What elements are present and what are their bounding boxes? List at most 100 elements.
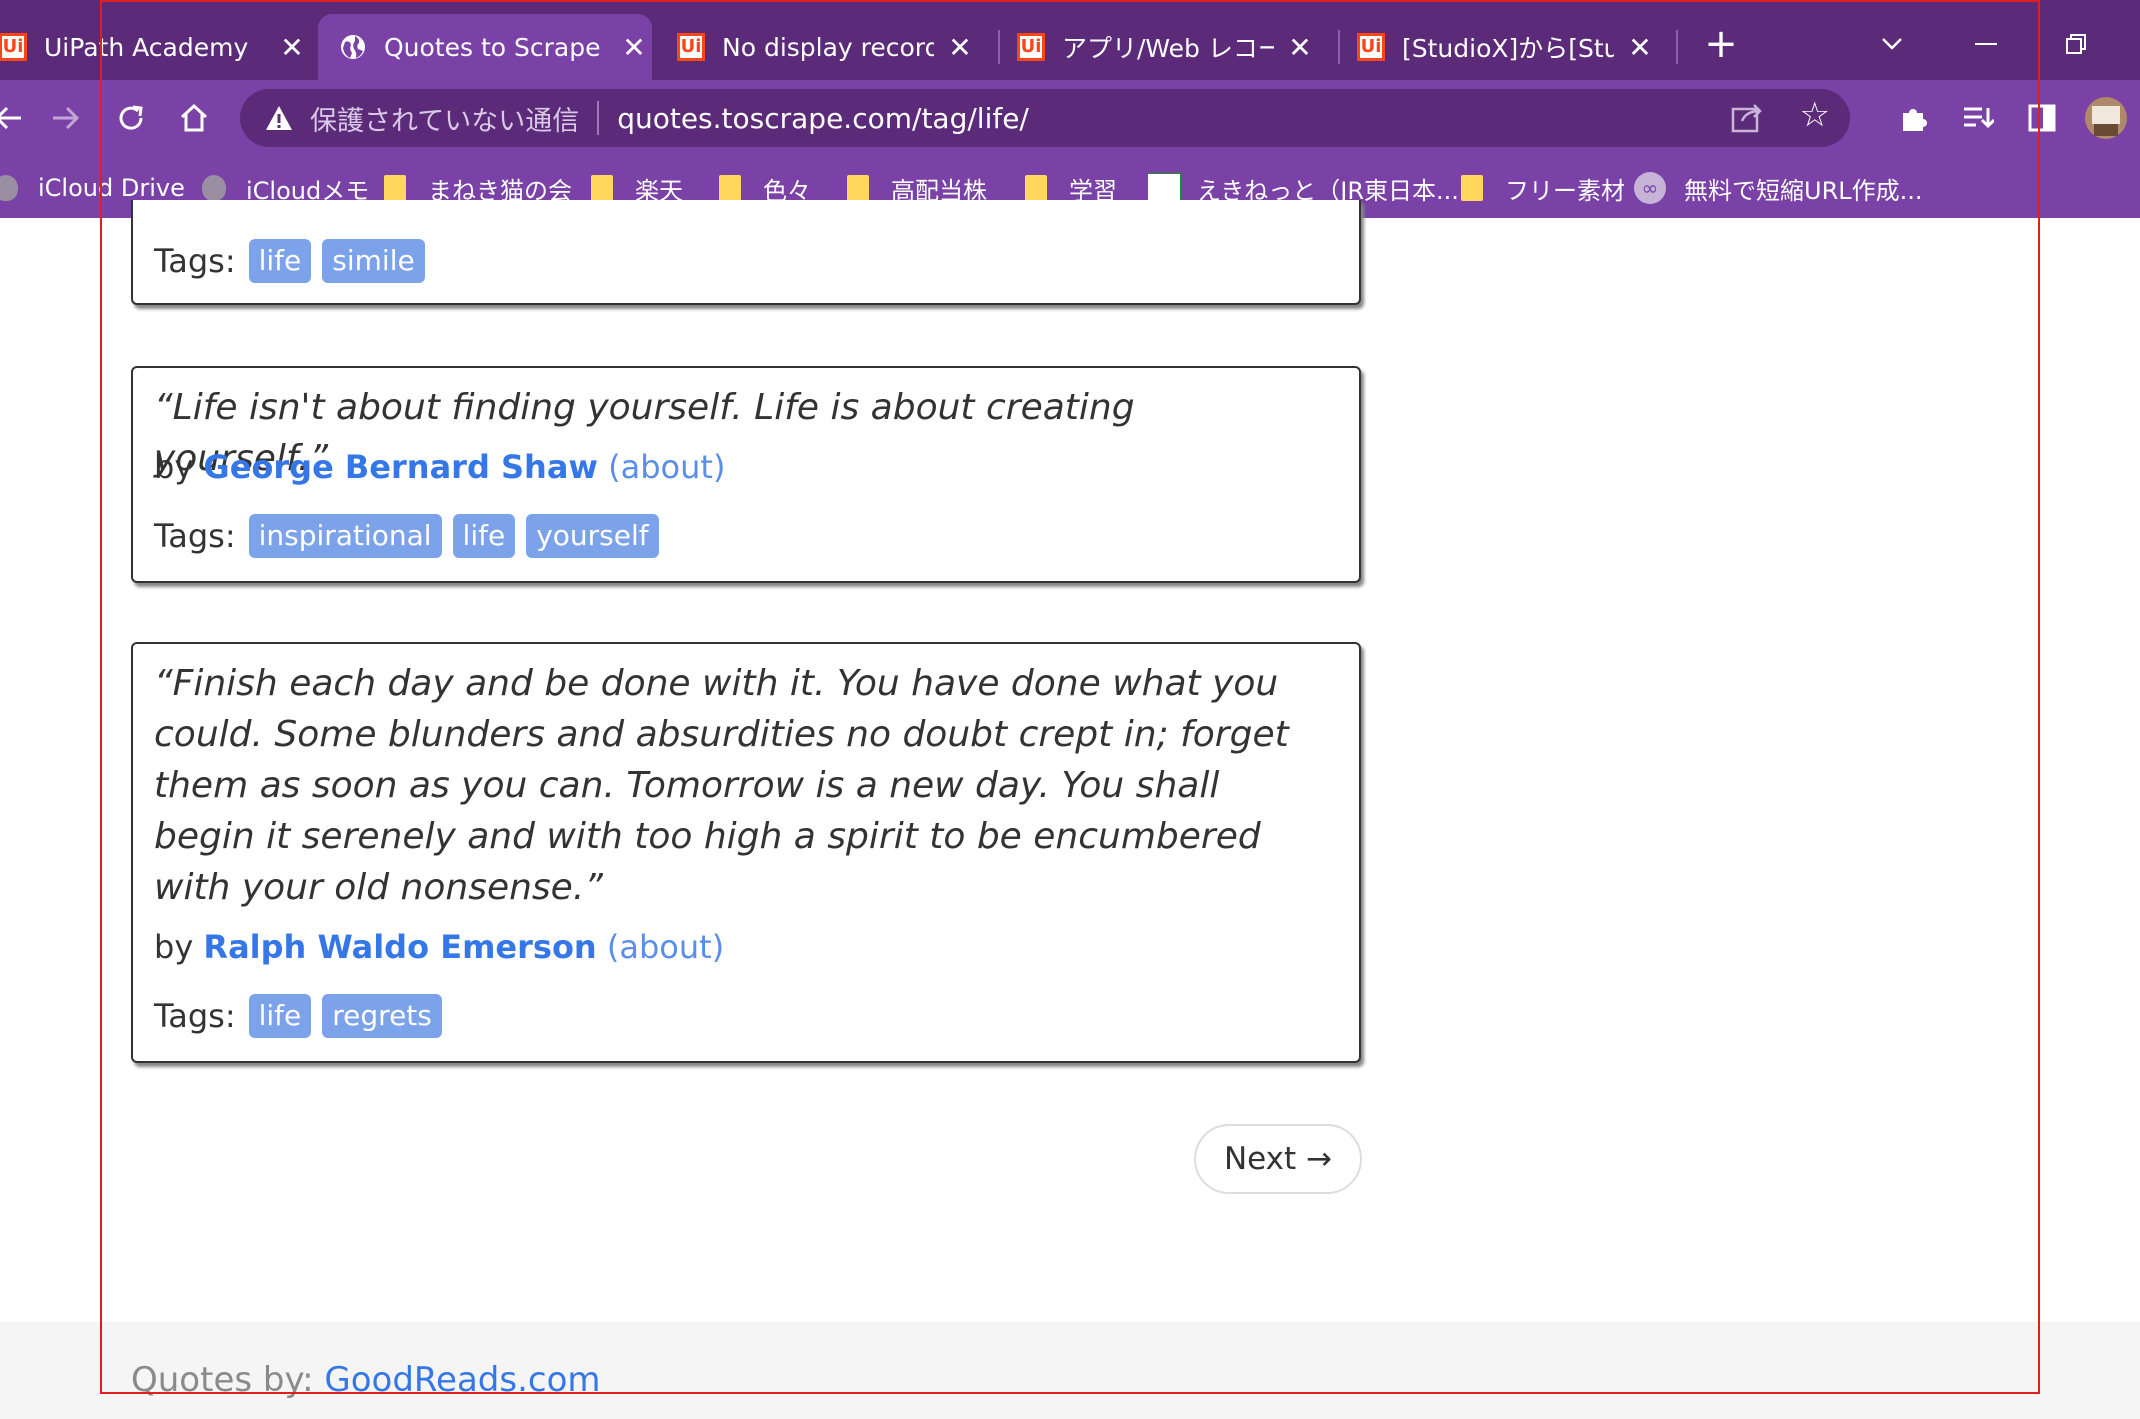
by-label: by	[154, 448, 194, 486]
uipath-icon: Ui	[676, 32, 706, 62]
reading-list-icon	[1964, 107, 1994, 129]
about-link[interactable]: (about)	[608, 448, 725, 486]
back-button[interactable]	[0, 88, 38, 148]
back-arrow-icon	[0, 106, 21, 130]
tags-label: Tags:	[154, 997, 236, 1035]
tags-label: Tags:	[154, 517, 236, 555]
tab-quotes-to-scrape[interactable]: Quotes to Scrape ✕	[318, 14, 652, 80]
tags-label: Tags:	[154, 242, 236, 280]
quote-byline: by George Bernard Shaw (about)	[154, 448, 725, 486]
bookmark-item[interactable]: フリー素材	[1461, 168, 1625, 208]
tab-app-web-recorder[interactable]: Ui アプリ/Web レコーダー ✕	[1016, 14, 1318, 80]
folder-icon	[591, 175, 613, 201]
goodreads-link[interactable]: GoodReads.com	[324, 1360, 600, 1400]
close-icon[interactable]: ✕	[1622, 29, 1658, 65]
uipath-icon: Ui	[0, 32, 28, 62]
address-bar[interactable]: 保護されていない通信 quotes.toscrape.com/tag/life/…	[240, 89, 1850, 147]
tab-separator	[1338, 30, 1340, 64]
uipath-icon: Ui	[1016, 32, 1046, 62]
tab-search-button[interactable]	[1852, 14, 1932, 74]
close-icon[interactable]: ✕	[1282, 29, 1318, 65]
chevron-down-icon	[1882, 38, 1902, 50]
apple-icon	[202, 175, 226, 201]
folder-icon	[847, 175, 869, 201]
tab-label: アプリ/Web レコーダー	[1062, 34, 1274, 63]
puzzle-icon	[1903, 109, 1927, 131]
by-label: by	[154, 928, 194, 966]
extensions-button[interactable]	[1884, 88, 1944, 148]
tag-link[interactable]: yourself	[526, 514, 659, 558]
bookmark-label: 無料で短縮URL作成...	[1684, 176, 1923, 205]
next-page-button[interactable]: Next →	[1194, 1124, 1362, 1194]
avatar	[2085, 97, 2127, 139]
forward-button[interactable]	[36, 88, 96, 148]
warning-icon	[266, 106, 292, 130]
profile-button[interactable]	[2076, 88, 2136, 148]
tab-label: No display recording	[722, 32, 934, 62]
uipath-icon: Ui	[1356, 32, 1386, 62]
tab-separator	[1676, 30, 1678, 64]
quote-byline: by Ralph Waldo Emerson (about)	[154, 928, 724, 966]
tab-studiox[interactable]: Ui [StudioX]から[Studio ✕	[1356, 14, 1658, 80]
folder-icon	[719, 175, 741, 201]
new-tab-button[interactable]: +	[1681, 14, 1761, 74]
tab-no-display-recording[interactable]: Ui No display recording ✕	[676, 14, 978, 80]
close-icon[interactable]: ✕	[942, 29, 978, 65]
side-panel-button[interactable]	[2012, 88, 2072, 148]
home-icon	[180, 103, 208, 132]
tab-separator	[998, 30, 1000, 64]
forward-arrow-icon	[53, 106, 80, 130]
footer-credit: Quotes by: GoodReads.com	[131, 1360, 601, 1400]
reload-button[interactable]	[101, 88, 161, 148]
reload-icon	[119, 105, 143, 130]
minimize-button[interactable]	[1946, 14, 2026, 74]
tag-link[interactable]: life	[452, 514, 516, 558]
close-icon[interactable]: ✕	[616, 29, 652, 65]
tab-strip: Ui UiPath Academy ✕ Quotes to Scrape ✕ U…	[0, 0, 2140, 80]
author-name: George Bernard Shaw	[203, 448, 598, 486]
tag-link[interactable]: regrets	[322, 994, 442, 1038]
restore-button[interactable]	[2036, 14, 2116, 74]
url-text[interactable]: quotes.toscrape.com/tag/life/	[617, 102, 1029, 135]
reading-list-button[interactable]	[1948, 88, 2008, 148]
bookmark-label: iCloud Drive	[38, 174, 185, 202]
quote-card: Tags: life simile	[131, 200, 1361, 305]
quote-text: “Finish each day and be done with it. Yo…	[154, 663, 1289, 908]
apple-icon	[0, 175, 18, 201]
infinity-icon: ∞	[1634, 172, 1666, 204]
minimize-icon	[1975, 43, 1997, 45]
folder-icon	[384, 175, 406, 201]
folder-icon	[1461, 175, 1483, 201]
footer-prefix: Quotes by:	[131, 1360, 314, 1400]
about-link[interactable]: (about)	[607, 928, 724, 966]
home-button[interactable]	[164, 88, 224, 148]
close-icon[interactable]: ✕	[274, 29, 310, 65]
bookmark-label: フリー素材	[1505, 176, 1625, 205]
quote-card: “Life isn't about finding yourself. Life…	[131, 366, 1361, 583]
bookmark-item[interactable]: ∞ 無料で短縮URL作成...	[1634, 168, 1923, 208]
quote-card: “Finish each day and be done with it. Yo…	[131, 642, 1361, 1063]
tag-link[interactable]: life	[248, 994, 312, 1038]
ekinet-icon	[1147, 173, 1181, 203]
side-panel-icon	[2028, 104, 2056, 132]
browser-toolbar: 保護されていない通信 quotes.toscrape.com/tag/life/…	[0, 80, 2140, 156]
tab-label: [StudioX]から[Studio	[1402, 34, 1614, 63]
restore-icon	[2066, 34, 2086, 54]
address-divider	[597, 101, 600, 135]
page-footer: Quotes by: GoodReads.com	[0, 1322, 2140, 1419]
folder-icon	[1025, 175, 1047, 201]
tag-link[interactable]: simile	[322, 239, 425, 283]
author-name: Ralph Waldo Emerson	[203, 928, 597, 966]
tab-uipath-academy[interactable]: Ui UiPath Academy ✕	[0, 14, 310, 80]
share-icon[interactable]	[1728, 99, 1766, 137]
tags-row: Tags: inspirational life yourself	[154, 514, 670, 558]
tag-link[interactable]: inspirational	[248, 514, 442, 558]
bookmark-star-icon[interactable]: ☆	[1800, 95, 1830, 135]
globe-icon	[338, 32, 368, 62]
tags-row: Tags: life regrets	[154, 994, 453, 1038]
tag-link[interactable]: life	[248, 239, 312, 283]
tags-row: Tags: life simile	[154, 239, 436, 283]
tab-label: Quotes to Scrape	[384, 32, 601, 62]
security-status[interactable]: 保護されていない通信	[310, 99, 579, 138]
tab-label: UiPath Academy	[44, 32, 249, 62]
